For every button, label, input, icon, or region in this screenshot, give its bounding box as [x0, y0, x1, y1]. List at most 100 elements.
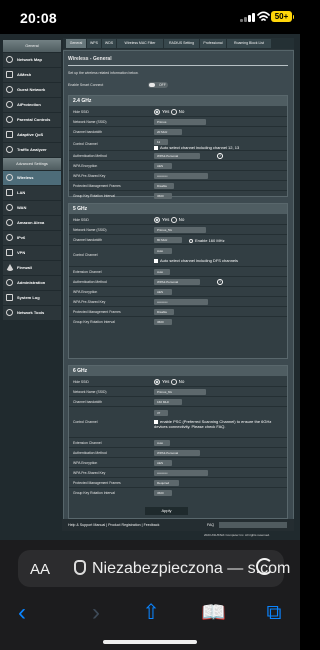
band-heading: 5 GHz	[69, 204, 287, 214]
sidebar-item-label: VPN	[17, 250, 26, 255]
sidebar-item-aimesh[interactable]: AiMesh	[3, 68, 61, 82]
smart-connect-label: Enable Smart Connect	[68, 83, 104, 87]
sidebar-item-ipv6[interactable]: IPv6	[3, 231, 61, 245]
sidebar-item-wireless[interactable]: Wireless	[3, 171, 61, 185]
sidebar-item-label: System Log	[17, 295, 40, 300]
text-size-button[interactable]: AA	[30, 561, 50, 578]
firewall-icon	[6, 264, 14, 271]
sidebar-item-label: Guest Network	[17, 87, 46, 92]
tab-professional[interactable]: Professional	[200, 39, 226, 48]
wpa-encryption-select[interactable]: AES	[154, 289, 172, 295]
channel-bandwidth-select[interactable]: 160 MHz	[154, 399, 182, 405]
sidebar-item-aiprotection[interactable]: AiProtection	[3, 98, 61, 112]
sidebar-item-vpn[interactable]: VPN	[3, 246, 61, 260]
forward-button[interactable]: ›	[84, 601, 108, 625]
help-icon[interactable]: ?	[217, 153, 223, 159]
extension-channel-select[interactable]: Auto	[154, 440, 170, 446]
group-key-rotation-input[interactable]: 3600	[154, 319, 172, 325]
authentication-method-select[interactable]: WPA2-Personal	[154, 153, 200, 159]
safari-bottom-chrome: AA Niezabezpieczona — s.com ‹ › ⇧ 📖 ⧉	[0, 540, 300, 650]
safari-toolbar: ‹ › ⇧ 📖 ⧉	[0, 596, 300, 626]
control-channel-row: Control Channel 37 enable PSC (Preferred S…	[69, 407, 287, 438]
ssid-input[interactable]: Primus_5G	[154, 227, 206, 233]
wpa-key-input[interactable]: ••••••••••	[154, 470, 208, 476]
tab-wds[interactable]: WDS	[102, 39, 116, 48]
faq-search-input[interactable]	[219, 522, 287, 528]
sidebar-item-label: AiProtection	[17, 102, 41, 107]
authentication-method-select[interactable]: WPA3-Personal	[154, 450, 200, 456]
channel-bandwidth-select[interactable]: 20 MHz	[154, 129, 182, 135]
tab-radius-setting[interactable]: RADIUS Setting	[164, 39, 199, 48]
sidebar-item-guest-network[interactable]: Guest Network	[3, 83, 61, 97]
apply-button[interactable]: Apply	[145, 507, 188, 515]
ios-status-bar: 20:08 50+	[0, 0, 300, 34]
reload-icon[interactable]	[256, 558, 273, 575]
sidebar-item-administration[interactable]: Administration	[3, 276, 61, 290]
ssid-input[interactable]: Primus	[154, 119, 206, 125]
wpa-encryption-row: WPA Encryption AES	[69, 458, 287, 468]
authentication-method-select[interactable]: WPA2-Personal	[154, 279, 200, 285]
help-icon[interactable]: ?	[217, 279, 223, 285]
hide-ssid-options: Yes No	[154, 216, 184, 224]
share-button[interactable]: ⇧	[139, 601, 163, 625]
protected-management-frames-select[interactable]: Disable	[154, 309, 174, 315]
extension-channel-select[interactable]: Auto	[154, 269, 170, 275]
radio-yes[interactable]	[154, 378, 160, 385]
channel-bandwidth-select[interactable]: 80 MHz	[154, 237, 182, 243]
enable-160mhz-checkbox[interactable]: Enable 160 MHz	[189, 238, 225, 243]
tab-roaming-block-list[interactable]: Roaming Block List	[227, 39, 271, 48]
sidebar-item-label: LAN	[17, 190, 26, 195]
dfs-channel-checkbox-label[interactable]: Auto select channel including DFS channe…	[154, 258, 238, 263]
alexa-icon	[6, 219, 13, 226]
sidebar-item-traffic-analyzer[interactable]: Traffic Analyzer	[3, 143, 61, 157]
protected-management-frames-select[interactable]: Required	[154, 480, 179, 486]
smart-connect-toggle[interactable]: OFF	[148, 82, 168, 88]
shield-icon	[6, 101, 13, 108]
wifi-icon	[257, 11, 270, 21]
wpa-key-input[interactable]: ••••••••••	[154, 173, 208, 179]
sidebar-item-adaptive-qos[interactable]: Adaptive QoS	[3, 128, 61, 142]
channel-bandwidth-row: Channel bandwidth 20 MHz	[69, 127, 287, 137]
sidebar-item-firewall[interactable]: Firewall	[3, 261, 61, 275]
radio-no[interactable]	[170, 108, 177, 115]
ssid-input[interactable]: Primus_6G	[154, 389, 206, 395]
router-admin-webview: General Network Map AiMesh Guest Network…	[0, 34, 300, 540]
sidebar-item-system-log[interactable]: System Log	[3, 291, 61, 305]
help-support-link[interactable]: Help & Support Manual | Product Registra…	[68, 519, 159, 531]
sidebar-item-parental-controls[interactable]: Parental Controls	[3, 113, 61, 127]
radio-yes[interactable]	[154, 108, 160, 115]
group-key-rotation-input[interactable]: 3600	[154, 490, 172, 496]
battery-icon: 50+	[271, 11, 294, 22]
control-channel-select[interactable]: Auto	[154, 248, 172, 254]
authentication-method-row: Authentication Method WPA3-Personal	[69, 448, 287, 458]
page-description: Set up the wireless related information …	[68, 71, 139, 75]
back-button[interactable]: ‹	[10, 601, 34, 625]
group-key-rotation-input[interactable]: 3600	[154, 193, 172, 199]
protected-management-frames-select[interactable]: Disable	[154, 183, 174, 189]
sidebar-item-amazon-alexa[interactable]: Amazon Alexa	[3, 216, 61, 230]
control-channel-row: Control Channel 11 Auto select channel inc…	[69, 137, 287, 151]
control-channel-select[interactable]: 37	[154, 410, 168, 416]
sidebar-item-lan[interactable]: LAN	[3, 186, 61, 200]
auto-channel-checkbox-label[interactable]: Auto select channel including channel 12…	[154, 145, 239, 150]
sidebar-item-wan[interactable]: WAN	[3, 201, 61, 215]
sidebar-item-network-tools[interactable]: Network Tools	[3, 306, 61, 320]
sidebar-item-network-map[interactable]: Network Map	[3, 53, 61, 67]
radio-yes[interactable]	[154, 216, 160, 223]
wpa-encryption-select[interactable]: AES	[154, 163, 172, 169]
psc-checkbox-label[interactable]: enable PSC (Preferred Scanning Channel) …	[154, 419, 279, 429]
tabs-button[interactable]: ⧉	[262, 601, 286, 625]
wpa-key-input[interactable]: ••••••••••	[154, 299, 208, 305]
radio-no[interactable]	[170, 378, 177, 385]
radio-no[interactable]	[170, 216, 177, 223]
wpa-encryption-select[interactable]: AES	[154, 460, 172, 466]
band-6ghz: 6 GHz Hide SSID Yes No Network Name (SSID…	[68, 365, 288, 519]
tab-general[interactable]: General	[66, 39, 86, 48]
channel-bandwidth-row: Channel bandwidth 80 MHz Enable 160 MHz	[69, 235, 287, 245]
address-bar[interactable]: AA Niezabezpieczona — s.com	[18, 550, 290, 587]
control-channel-row: Control Channel Auto Auto select channel i…	[69, 245, 287, 267]
tab-wps[interactable]: WPS	[87, 39, 101, 48]
ipv6-icon	[6, 234, 13, 241]
tab-wireless-mac-filter[interactable]: Wireless MAC Filter	[117, 39, 163, 48]
bookmarks-button[interactable]: 📖	[201, 601, 226, 625]
